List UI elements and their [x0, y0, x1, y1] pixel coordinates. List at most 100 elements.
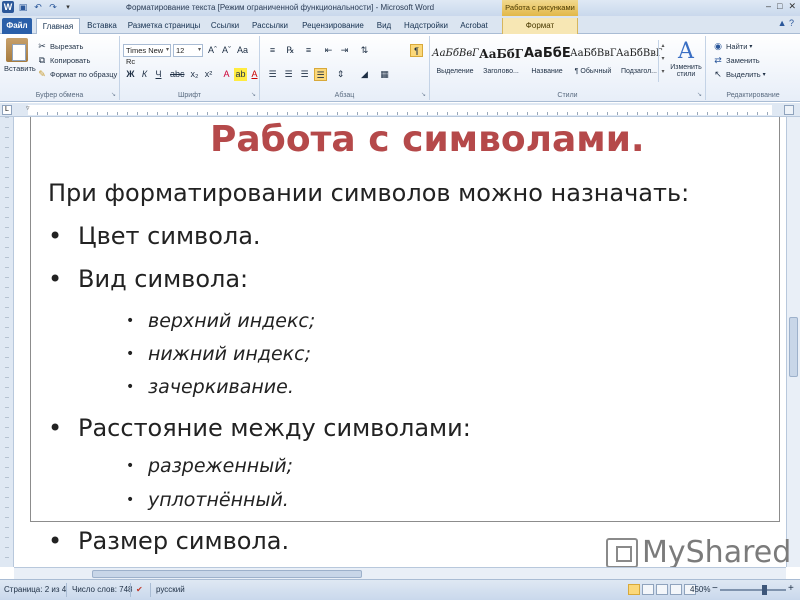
document-area[interactable]: Работа с символами. При форматировании с… [14, 117, 786, 567]
font-launcher-icon[interactable]: ↘ [251, 91, 256, 98]
borders-icon[interactable]: ▦ [378, 68, 391, 81]
page-count[interactable]: Страница: 2 из 4 [4, 585, 66, 594]
style-normal[interactable]: АаБбВвГ ¶ Обычный [570, 40, 617, 84]
styles-gallery-scroll[interactable]: ▴ ▾ ▾ [658, 40, 667, 82]
scroll-down-icon[interactable]: ▾ [659, 53, 667, 66]
zoom-level[interactable]: 450% [690, 585, 710, 594]
list-item-text: Вид символа: [78, 265, 249, 293]
highlight-icon[interactable]: ab [234, 68, 247, 81]
sub-list-item: • уплотнённый. [126, 489, 289, 511]
tab-acrobat[interactable]: Acrobat [454, 18, 494, 34]
divider [130, 583, 131, 597]
tab-page-layout[interactable]: Разметка страницы [124, 18, 204, 34]
context-group-label: Работа с рисунками [502, 0, 578, 16]
minimize-icon[interactable]: – [766, 1, 771, 12]
bullet-icon: • [48, 265, 63, 293]
multilevel-list-icon[interactable]: ≡ [302, 44, 315, 57]
zoom-out-icon[interactable]: − [712, 583, 718, 594]
tab-addins[interactable]: Надстройки [402, 18, 450, 34]
bullet-icon: • [126, 313, 135, 329]
tab-view[interactable]: Вид [372, 18, 396, 34]
increase-indent-icon[interactable]: ⇥ [338, 44, 351, 57]
text-effects-icon[interactable]: A [220, 68, 233, 81]
maximize-icon[interactable]: □ [777, 1, 782, 12]
horizontal-ruler[interactable] [28, 105, 772, 115]
tab-insert[interactable]: Вставка [84, 18, 120, 34]
word-count[interactable]: Число слов: 748 [72, 585, 132, 594]
style-emphasis[interactable]: АаБбВвГ Выделение [432, 40, 479, 84]
underline-icon[interactable]: Ч [152, 68, 165, 81]
help-icon[interactable]: ▲ ? [778, 18, 794, 28]
find-button[interactable]: ◉ Найти ▾ [712, 40, 752, 52]
styles-launcher-icon[interactable]: ↘ [697, 91, 702, 98]
subscript-icon[interactable]: x₂ [188, 68, 201, 81]
decrease-indent-icon[interactable]: ⇤ [322, 44, 335, 57]
tab-mailings[interactable]: Рассылки [248, 18, 292, 34]
tab-references[interactable]: Ссылки [208, 18, 242, 34]
superscript-icon[interactable]: x² [202, 68, 215, 81]
clipboard-group-label: Буфер обмена [35, 92, 84, 99]
strikethrough-icon[interactable]: abc [170, 68, 185, 81]
zoom-slider[interactable] [720, 589, 786, 591]
vertical-scrollbar[interactable] [786, 117, 800, 567]
align-center-icon[interactable]: ☰ [282, 68, 295, 81]
full-screen-view-icon[interactable] [642, 584, 654, 595]
bullets-icon[interactable]: ≡ [266, 44, 279, 57]
font-name-select[interactable]: Times New Rc ▾ [123, 44, 171, 66]
window-title: Форматирование текста [Режим ограниченно… [125, 3, 435, 12]
chevron-down-icon: ▾ [749, 43, 753, 50]
scroll-thumb[interactable] [789, 317, 798, 377]
bold-icon[interactable]: Ж [124, 68, 137, 81]
select-button[interactable]: ↖ Выделить ▾ [712, 68, 765, 80]
font-size-value: 12 [176, 46, 185, 55]
replace-button[interactable]: ⇄ Заменить [712, 54, 759, 66]
print-layout-view-icon[interactable] [628, 584, 640, 595]
gallery-more-icon[interactable]: ▾ [659, 66, 667, 79]
line-spacing-icon[interactable]: ⇕ [334, 68, 347, 81]
list-item: • Размер символа. [48, 527, 289, 555]
tab-selector[interactable]: L [2, 105, 12, 115]
style-subtitle[interactable]: АаБбВвГ Подзагол... [616, 40, 663, 84]
style-preview: АаБбВвГ [570, 48, 617, 59]
style-title[interactable]: АаБбЕ Название [524, 40, 571, 84]
view-ruler-button[interactable] [784, 105, 794, 115]
zoom-in-icon[interactable]: + [788, 583, 794, 594]
scroll-up-icon[interactable]: ▴ [659, 40, 667, 53]
change-styles-button[interactable]: A Изменить стили [668, 40, 704, 79]
replace-icon: ⇄ [714, 54, 722, 65]
indent-marker-icon[interactable]: ▿ [26, 104, 30, 112]
horizontal-scrollbar[interactable] [14, 567, 786, 579]
outline-view-icon[interactable] [670, 584, 682, 595]
web-layout-view-icon[interactable] [656, 584, 668, 595]
paste-button[interactable]: Вставить [4, 38, 36, 73]
scroll-thumb[interactable] [92, 570, 362, 578]
grow-font-icon[interactable]: Aˆ [206, 44, 219, 57]
font-size-select[interactable]: 12 ▾ [173, 44, 203, 57]
clipboard-launcher-icon[interactable]: ↘ [111, 91, 116, 98]
change-case-icon[interactable]: Aa [236, 44, 249, 57]
shading-icon[interactable]: ◢ [358, 68, 371, 81]
paragraph-launcher-icon[interactable]: ↘ [421, 91, 426, 98]
bullet-icon: • [48, 527, 63, 555]
zoom-slider-handle[interactable] [762, 585, 767, 595]
justify-icon[interactable]: ☰ [314, 68, 327, 81]
style-label: ¶ Обычный [574, 68, 612, 75]
shrink-font-icon[interactable]: Aˇ [220, 44, 233, 57]
tab-format[interactable]: Формат [502, 18, 578, 34]
copy-button[interactable]: ⧉ Копировать [36, 54, 91, 66]
style-heading[interactable]: АаБбГ Заголово... [478, 40, 524, 84]
format-painter-button[interactable]: ✎ Формат по образцу [36, 68, 117, 80]
sort-icon[interactable]: ⇅ [358, 44, 371, 57]
tab-file[interactable]: Файл [2, 18, 32, 34]
italic-icon[interactable]: К [138, 68, 151, 81]
cut-button[interactable]: ✂ Вырезать [36, 40, 83, 52]
close-icon[interactable]: ✕ [788, 1, 796, 12]
language[interactable]: русский [156, 585, 185, 594]
numbering-icon[interactable]: ℞ [284, 44, 297, 57]
spellcheck-icon[interactable]: ✔ [136, 585, 143, 594]
tab-review[interactable]: Рецензирование [298, 18, 368, 34]
tab-home[interactable]: Главная [36, 18, 80, 34]
align-right-icon[interactable]: ☰ [298, 68, 311, 81]
show-marks-icon[interactable]: ¶ [410, 44, 423, 57]
align-left-icon[interactable]: ☰ [266, 68, 279, 81]
